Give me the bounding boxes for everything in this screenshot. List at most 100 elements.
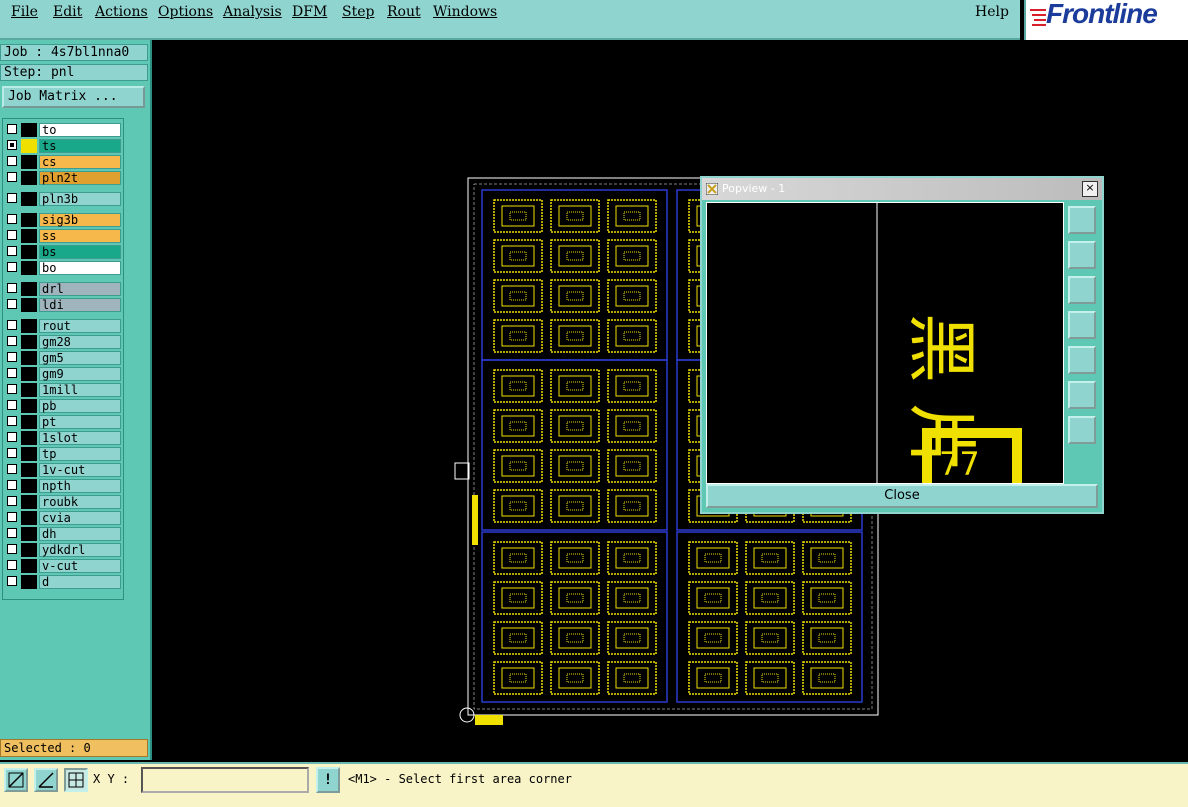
layer-swatch[interactable]: [21, 139, 37, 153]
layer-checkbox[interactable]: [7, 352, 17, 362]
close-icon[interactable]: ×: [1082, 181, 1098, 197]
layer-name[interactable]: cs: [39, 155, 121, 169]
layer-checkbox[interactable]: [7, 560, 17, 570]
layer-swatch[interactable]: [21, 155, 37, 169]
layer-name[interactable]: 1slot: [39, 431, 121, 445]
pan-left-icon[interactable]: [1068, 311, 1096, 339]
layer-swatch[interactable]: [21, 495, 37, 509]
menu-actions[interactable]: Actions: [95, 4, 148, 20]
layer-name[interactable]: ydkdrl: [39, 543, 121, 557]
layer-swatch[interactable]: [21, 192, 37, 206]
layer-row-npth[interactable]: npth: [3, 478, 123, 494]
layer-swatch[interactable]: [21, 415, 37, 429]
layer-name[interactable]: gm28: [39, 335, 121, 349]
layer-name[interactable]: dh: [39, 527, 121, 541]
layer-swatch[interactable]: [21, 511, 37, 525]
layer-checkbox[interactable]: [7, 124, 17, 134]
layer-swatch[interactable]: [21, 463, 37, 477]
layer-swatch[interactable]: [21, 527, 37, 541]
layer-name[interactable]: v-cut: [39, 559, 121, 573]
layer-swatch[interactable]: [21, 447, 37, 461]
layer-name[interactable]: ss: [39, 229, 121, 243]
layer-swatch[interactable]: [21, 171, 37, 185]
layer-checkbox[interactable]: [7, 576, 17, 586]
layer-checkbox[interactable]: [7, 368, 17, 378]
layer-checkbox[interactable]: [7, 172, 17, 182]
layer-name[interactable]: pln2t: [39, 171, 121, 185]
zoom-in-icon[interactable]: [1068, 416, 1096, 444]
layer-name[interactable]: roubk: [39, 495, 121, 509]
layer-row-tp[interactable]: tp: [3, 446, 123, 462]
layer-checkbox[interactable]: [7, 156, 17, 166]
execute-button[interactable]: !: [316, 767, 340, 793]
layer-swatch[interactable]: [21, 298, 37, 312]
layer-checkbox[interactable]: [7, 262, 17, 272]
layer-swatch[interactable]: [21, 261, 37, 275]
layer-row-gm28[interactable]: gm28: [3, 334, 123, 350]
layer-swatch[interactable]: [21, 559, 37, 573]
layer-row-pln2t[interactable]: pln2t: [3, 170, 123, 186]
layer-checkbox[interactable]: [7, 464, 17, 474]
layer-checkbox[interactable]: [7, 336, 17, 346]
layer-row-gm9[interactable]: gm9: [3, 366, 123, 382]
grid-snap-icon[interactable]: [64, 768, 88, 792]
layer-name[interactable]: cvia: [39, 511, 121, 525]
layer-swatch[interactable]: [21, 229, 37, 243]
layer-checkbox[interactable]: [7, 480, 17, 490]
layer-row-bo[interactable]: bo: [3, 260, 123, 276]
layer-checkbox[interactable]: [7, 230, 17, 240]
layer-row-pt[interactable]: pt: [3, 414, 123, 430]
layer-row-d[interactable]: d: [3, 574, 123, 590]
layer-name[interactable]: pt: [39, 415, 121, 429]
layer-row-ss[interactable]: ss: [3, 228, 123, 244]
layer-swatch[interactable]: [21, 213, 37, 227]
menu-options[interactable]: Options: [158, 4, 213, 20]
menu-step[interactable]: Step: [342, 4, 374, 20]
layer-checkbox[interactable]: [7, 193, 17, 203]
zoom-area-icon[interactable]: [4, 768, 28, 792]
layer-name[interactable]: bo: [39, 261, 121, 275]
pan-down-icon[interactable]: [1068, 276, 1096, 304]
layer-swatch[interactable]: [21, 367, 37, 381]
layer-name[interactable]: ts: [39, 139, 121, 153]
layer-name[interactable]: 1v-cut: [39, 463, 121, 477]
pan-up-icon[interactable]: [1068, 241, 1096, 269]
layer-name[interactable]: gm9: [39, 367, 121, 381]
layer-swatch[interactable]: [21, 335, 37, 349]
layer-name[interactable]: pln3b: [39, 192, 121, 206]
layer-row-pln3b[interactable]: pln3b: [3, 191, 123, 207]
layer-row-drl[interactable]: drl: [3, 281, 123, 297]
layer-swatch[interactable]: [21, 399, 37, 413]
popview-canvas[interactable]: 黑 片 77: [706, 202, 1064, 484]
close-button[interactable]: Close: [706, 484, 1098, 508]
layer-checkbox[interactable]: [7, 448, 17, 458]
job-matrix-button[interactable]: Job Matrix ...: [2, 86, 145, 108]
layer-checkbox[interactable]: [7, 528, 17, 538]
layer-checkbox[interactable]: [7, 416, 17, 426]
layer-checkbox[interactable]: [7, 544, 17, 554]
layer-swatch[interactable]: [21, 383, 37, 397]
layer-name[interactable]: gm5: [39, 351, 121, 365]
layer-row-v-cut[interactable]: v-cut: [3, 558, 123, 574]
layer-name[interactable]: ldi: [39, 298, 121, 312]
zoom-fit-icon[interactable]: [1068, 206, 1096, 234]
layer-checkbox[interactable]: [7, 384, 17, 394]
layer-checkbox[interactable]: [7, 400, 17, 410]
layer-row-pb[interactable]: pb: [3, 398, 123, 414]
layer-row-ldi[interactable]: ldi: [3, 297, 123, 313]
layer-checkbox[interactable]: [7, 299, 17, 309]
layer-swatch[interactable]: [21, 575, 37, 589]
layer-checkbox[interactable]: [7, 320, 17, 330]
layer-checkbox[interactable]: [7, 283, 17, 293]
zoom-out-icon[interactable]: [1068, 381, 1096, 409]
layer-row-ts[interactable]: ts: [3, 138, 123, 154]
layer-row-cs[interactable]: cs: [3, 154, 123, 170]
layer-name[interactable]: rout: [39, 319, 121, 333]
popview-titlebar[interactable]: Popview - 1 ×: [702, 178, 1102, 200]
layer-name[interactable]: sig3b: [39, 213, 121, 227]
xy-input[interactable]: [141, 767, 309, 793]
layer-row-dh[interactable]: dh: [3, 526, 123, 542]
layer-name[interactable]: d: [39, 575, 121, 589]
layer-name[interactable]: to: [39, 123, 121, 137]
layer-name[interactable]: 1mill: [39, 383, 121, 397]
